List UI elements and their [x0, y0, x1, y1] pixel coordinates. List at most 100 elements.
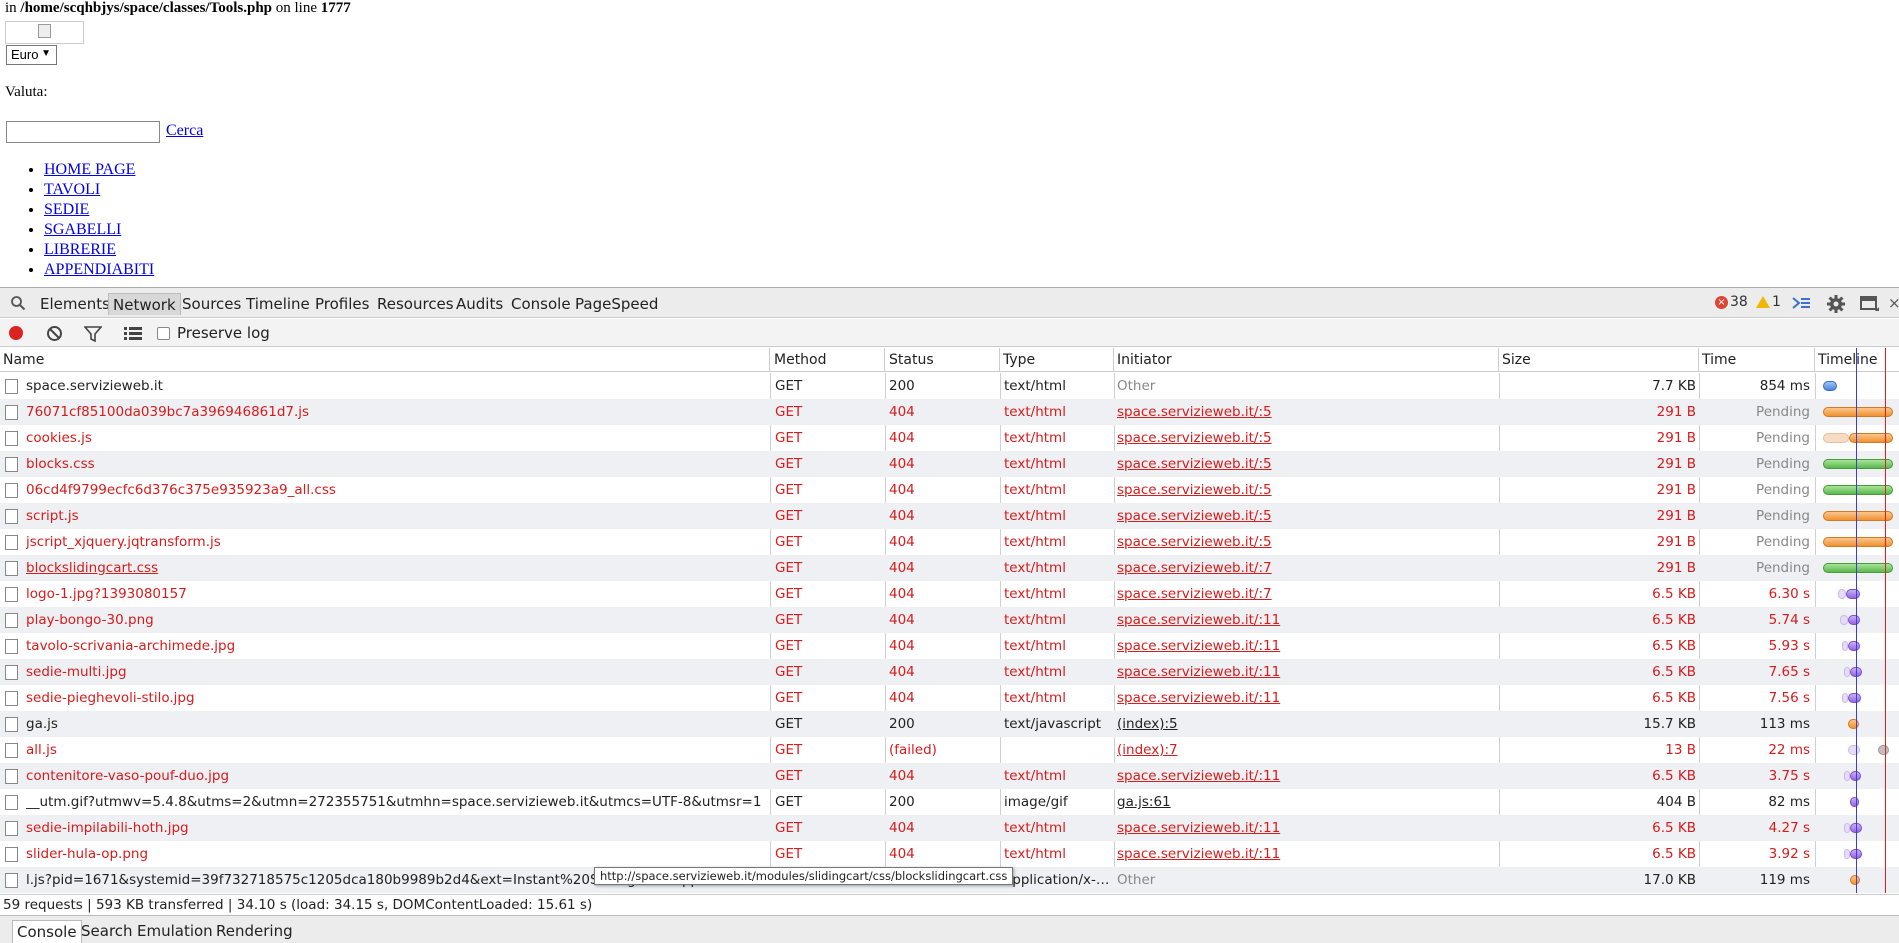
tab-elements[interactable]: Elements: [36, 293, 114, 315]
column-header-method[interactable]: Method: [771, 348, 885, 372]
timeline-bar: [1823, 459, 1893, 469]
error-counter[interactable]: × 38: [1715, 294, 1748, 310]
close-icon[interactable]: ×: [1888, 294, 1899, 312]
table-row[interactable]: play-bongo-30.png GET 404 text/html space.se…: [0, 607, 1899, 633]
request-initiator[interactable]: (index):5: [1117, 711, 1497, 737]
table-row[interactable]: blockslidingcart.css GET 404 text/html space…: [0, 555, 1899, 581]
search-icon[interactable]: [10, 295, 26, 311]
request-time: Pending: [1756, 456, 1810, 472]
request-method: GET: [775, 768, 803, 784]
request-initiator[interactable]: space.servizieweb.it/:11: [1117, 607, 1497, 633]
table-row[interactable]: jscript_xjquery.jqtransform.js GET 404 text…: [0, 529, 1899, 555]
search-link[interactable]: Cerca: [166, 122, 203, 140]
table-row[interactable]: sedie-pieghevoli-stilo.jpg GET 404 text/htm…: [0, 685, 1899, 711]
column-header-status[interactable]: Status: [886, 348, 1000, 372]
document-icon: [5, 457, 18, 472]
request-initiator[interactable]: space.servizieweb.it/:11: [1117, 633, 1497, 659]
request-initiator[interactable]: (index):7: [1117, 737, 1497, 763]
request-method: GET: [775, 560, 803, 576]
menu-link-sedie[interactable]: SEDIE: [44, 201, 89, 218]
request-size: 291 B: [1656, 534, 1696, 550]
request-status: 200: [889, 794, 915, 810]
timeline-bar: [1846, 589, 1860, 599]
request-initiator[interactable]: space.servizieweb.it/:11: [1117, 685, 1497, 711]
dock-side-icon[interactable]: [1860, 295, 1880, 312]
column-header-time[interactable]: Time: [1699, 348, 1815, 372]
table-row[interactable]: sedie-multi.jpg GET 404 text/html space.serv…: [0, 659, 1899, 685]
document-icon: [5, 691, 18, 706]
request-initiator[interactable]: space.servizieweb.it/:5: [1117, 503, 1497, 529]
table-row[interactable]: all.js GET (failed) (index):7 13 B 22 ms: [0, 737, 1899, 763]
table-row[interactable]: cookies.js GET 404 text/html space.serviziew…: [0, 425, 1899, 451]
request-initiator[interactable]: space.servizieweb.it/:5: [1117, 529, 1497, 555]
request-initiator[interactable]: ga.js:61: [1117, 789, 1497, 815]
timeline-bar: [1848, 745, 1860, 755]
column-header-size[interactable]: Size: [1499, 348, 1699, 372]
request-initiator[interactable]: space.servizieweb.it/:11: [1117, 815, 1497, 841]
request-status: 404: [889, 664, 915, 680]
tab-profiles[interactable]: Profiles: [311, 293, 373, 315]
request-time: 6.30 s: [1768, 586, 1810, 602]
request-size: 6.5 KB: [1652, 820, 1696, 836]
settings-gear-icon[interactable]: [1826, 294, 1846, 314]
tab-resources[interactable]: Resources: [373, 293, 458, 315]
menu-link-appendiabiti[interactable]: APPENDIABITI: [44, 261, 154, 278]
request-initiator[interactable]: space.servizieweb.it/:5: [1117, 477, 1497, 503]
filter-icon[interactable]: [84, 326, 102, 342]
document-icon: [5, 769, 18, 784]
tab-network[interactable]: Network: [108, 293, 181, 315]
column-header-name[interactable]: Name: [0, 348, 770, 372]
search-input[interactable]: [6, 121, 160, 143]
table-row[interactable]: slider-hula-op.png GET 404 text/html space.s…: [0, 841, 1899, 867]
currency-select[interactable]: Euro ▼: [6, 45, 57, 65]
column-header-initiator[interactable]: Initiator: [1114, 348, 1499, 372]
drawer-tab-console[interactable]: Console: [12, 920, 82, 943]
tab-timeline[interactable]: Timeline: [242, 293, 314, 315]
table-row[interactable]: space.servizieweb.it GET 200 text/html Other…: [0, 373, 1899, 399]
show-drawer-icon[interactable]: [1791, 296, 1811, 310]
request-name: sedie-impilabili-hoth.jpg: [26, 820, 189, 836]
request-initiator[interactable]: space.servizieweb.it/:7: [1117, 581, 1497, 607]
table-row[interactable]: logo-1.jpg?1393080157 GET 404 text/html spac…: [0, 581, 1899, 607]
devtools-tabbar: Elements Network Sources Timeline Profil…: [0, 288, 1899, 318]
drawer-tab-emulation[interactable]: Emulation: [133, 920, 217, 943]
warning-counter[interactable]: 1: [1756, 294, 1781, 310]
table-row[interactable]: tavolo-scrivania-archimede.jpg GET 404 text…: [0, 633, 1899, 659]
table-row[interactable]: script.js GET 404 text/html space.serviziewe…: [0, 503, 1899, 529]
large-rows-icon[interactable]: [124, 327, 142, 341]
tab-sources[interactable]: Sources: [178, 293, 245, 315]
request-method: GET: [775, 586, 803, 602]
request-initiator[interactable]: space.servizieweb.it/:7: [1117, 555, 1497, 581]
table-row[interactable]: __utm.gif?utmwv=5.4.8&utms=2&utmn=272355…: [0, 789, 1899, 815]
request-initiator[interactable]: space.servizieweb.it/:5: [1117, 425, 1497, 451]
request-status: 404: [889, 768, 915, 784]
tab-console[interactable]: Console: [507, 293, 575, 315]
preserve-log-checkbox[interactable]: [157, 327, 170, 340]
menu-link-sgabelli[interactable]: SGABELLI: [44, 221, 121, 238]
request-method: GET: [775, 742, 803, 758]
menu-link-home[interactable]: HOME PAGE: [44, 161, 135, 178]
request-initiator[interactable]: space.servizieweb.it/:11: [1117, 763, 1497, 789]
request-initiator[interactable]: space.servizieweb.it/:5: [1117, 451, 1497, 477]
column-header-timeline[interactable]: Timeline: [1815, 348, 1899, 372]
preserve-log-label: Preserve log: [177, 324, 270, 342]
request-initiator[interactable]: space.servizieweb.it/:11: [1117, 659, 1497, 685]
tab-pagespeed[interactable]: PageSpeed: [571, 293, 662, 315]
drawer-tab-search[interactable]: Search: [77, 920, 137, 943]
table-row[interactable]: sedie-impilabili-hoth.jpg GET 404 text/html…: [0, 815, 1899, 841]
broken-logo-image[interactable]: [5, 21, 84, 44]
clear-icon[interactable]: [46, 325, 63, 342]
request-initiator[interactable]: space.servizieweb.it/:11: [1117, 841, 1497, 867]
table-row[interactable]: 76071cf85100da039bc7a396946861d7.js GET 40…: [0, 399, 1899, 425]
menu-link-librerie[interactable]: LIBRERIE: [44, 241, 116, 258]
table-row[interactable]: ga.js GET 200 text/javascript (index):5 15.7 …: [0, 711, 1899, 737]
menu-link-tavoli[interactable]: TAVOLI: [44, 181, 100, 198]
drawer-tab-rendering[interactable]: Rendering: [212, 920, 297, 943]
record-icon[interactable]: [9, 326, 23, 340]
table-row[interactable]: contenitore-vaso-pouf-duo.jpg GET 404 text/…: [0, 763, 1899, 789]
tab-audits[interactable]: Audits: [452, 293, 507, 315]
table-row[interactable]: blocks.css GET 404 text/html space.serviziew…: [0, 451, 1899, 477]
column-header-type[interactable]: Type: [1000, 348, 1114, 372]
request-initiator[interactable]: space.servizieweb.it/:5: [1117, 399, 1497, 425]
table-row[interactable]: 06cd4f9799ecfc6d376c375e935923a9_all.css…: [0, 477, 1899, 503]
